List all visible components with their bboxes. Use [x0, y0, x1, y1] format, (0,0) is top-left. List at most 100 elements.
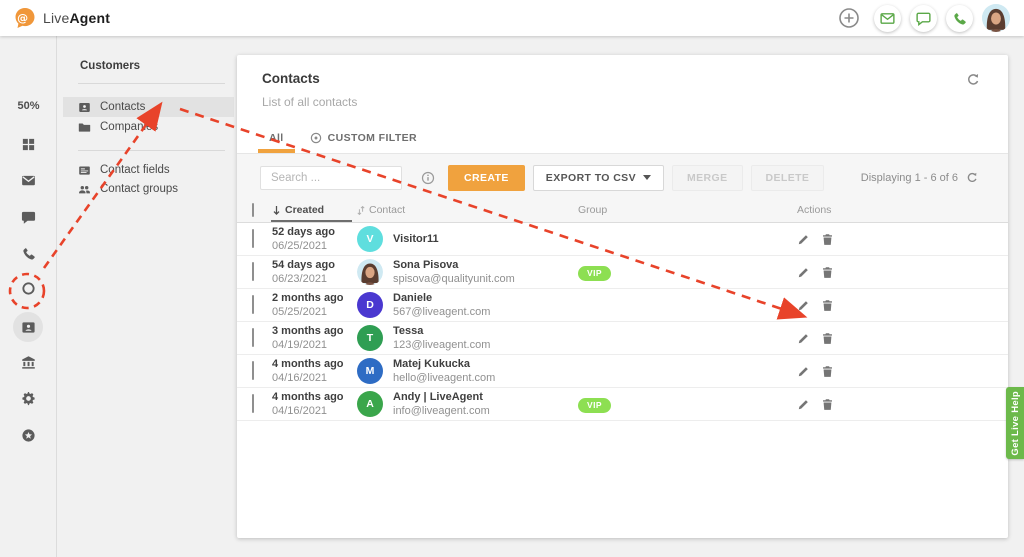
- new-call-button[interactable]: [946, 5, 973, 32]
- row-checkbox[interactable]: [252, 295, 254, 314]
- edit-contact-button[interactable]: [797, 332, 810, 345]
- delete-button[interactable]: DELETE: [751, 165, 825, 191]
- star-circle-icon: [21, 428, 36, 443]
- created-relative: 2 months ago: [272, 292, 357, 304]
- sidebar-item-dashboard[interactable]: [13, 129, 43, 159]
- contact-email: info@liveagent.com: [393, 405, 490, 417]
- row-checkbox[interactable]: [252, 229, 254, 248]
- table-body: 52 days ago 06/25/2021 V Visitor11: [237, 223, 1008, 421]
- table-toolbar: CREATE EXPORT TO CSV MERGE DELETE Displa…: [237, 154, 1008, 198]
- tab-custom-filter[interactable]: CUSTOM FILTER: [297, 123, 430, 153]
- subnav-item-label: Contact fields: [100, 164, 170, 176]
- delete-contact-button[interactable]: [821, 266, 834, 279]
- list-refresh-button[interactable]: [966, 172, 978, 184]
- displaying-count: Displaying 1 - 6 of 6: [861, 172, 958, 184]
- table-row: 4 months ago 04/16/2021 M Matej Kukucka …: [237, 355, 1008, 388]
- edit-contact-button[interactable]: [797, 233, 810, 246]
- page-title: Contacts: [262, 71, 1008, 86]
- sidebar-item-social[interactable]: [13, 273, 43, 303]
- edit-contact-button[interactable]: [797, 299, 810, 312]
- bank-icon: [21, 355, 36, 370]
- merge-button[interactable]: MERGE: [672, 165, 743, 191]
- column-header-actions: Actions: [797, 204, 1008, 216]
- column-header-created[interactable]: Created: [272, 198, 357, 222]
- contact-name[interactable]: Andy | LiveAgent: [393, 391, 490, 403]
- subnav-item-label: Contact groups: [100, 183, 178, 195]
- created-relative: 4 months ago: [272, 391, 357, 403]
- avatar-initial: A: [366, 398, 374, 410]
- contact-name[interactable]: Daniele: [393, 292, 490, 304]
- contact-avatar: D: [357, 292, 383, 318]
- pencil-icon: [797, 365, 810, 378]
- export-to-csv-button[interactable]: EXPORT TO CSV: [533, 165, 664, 191]
- refresh-icon: [966, 73, 980, 87]
- trash-icon: [821, 365, 834, 378]
- created-date: 06/23/2021: [272, 273, 357, 285]
- refresh-icon: [966, 172, 978, 184]
- folder-icon: [78, 121, 91, 134]
- column-header-group[interactable]: Group: [578, 204, 797, 216]
- edit-contact-button[interactable]: [797, 365, 810, 378]
- top-header: @ LiveAgent: [0, 0, 1024, 36]
- created-relative: 54 days ago: [272, 259, 357, 271]
- subnav-item-contacts[interactable]: Contacts: [63, 97, 234, 117]
- edit-contact-button[interactable]: [797, 398, 810, 411]
- subnav-item-label: Companies: [100, 121, 158, 133]
- contact-email: hello@liveagent.com: [393, 372, 495, 384]
- avatar-initial: T: [367, 332, 373, 344]
- edit-contact-button[interactable]: [797, 266, 810, 279]
- column-header-contact[interactable]: Contact: [357, 204, 578, 216]
- delete-contact-button[interactable]: [821, 332, 834, 345]
- chat-icon: [21, 210, 36, 225]
- delete-contact-button[interactable]: [821, 398, 834, 411]
- created-relative: 3 months ago: [272, 325, 357, 337]
- created-date: 04/16/2021: [272, 372, 357, 384]
- contact-name[interactable]: Tessa: [393, 325, 490, 337]
- delete-contact-button[interactable]: [821, 233, 834, 246]
- delete-contact-button[interactable]: [821, 365, 834, 378]
- add-circle-icon[interactable]: [837, 6, 861, 30]
- table-row: 2 months ago 05/25/2021 D Daniele 567@li…: [237, 289, 1008, 322]
- subnav-item-companies[interactable]: Companies: [63, 117, 234, 137]
- info-icon[interactable]: [421, 171, 435, 185]
- trash-icon: [821, 332, 834, 345]
- search-input[interactable]: [260, 166, 402, 190]
- sidebar-item-customers[interactable]: [13, 312, 43, 342]
- row-checkbox[interactable]: [252, 328, 254, 347]
- select-all-checkbox[interactable]: [252, 203, 254, 217]
- row-checkbox[interactable]: [252, 394, 254, 413]
- sidebar-item-calls[interactable]: [13, 238, 43, 268]
- delete-contact-button[interactable]: [821, 299, 834, 312]
- contact-name[interactable]: Sona Pisova: [393, 259, 515, 271]
- customers-subnav: Customers Contacts Companies Contact fie…: [57, 36, 237, 557]
- sidebar-item-chats[interactable]: [13, 202, 43, 232]
- sidebar-item-starred[interactable]: [13, 420, 43, 450]
- sidebar-item-billing[interactable]: [13, 347, 43, 377]
- tab-all[interactable]: All: [256, 123, 297, 153]
- trash-icon: [821, 299, 834, 312]
- new-chat-button[interactable]: [910, 5, 937, 32]
- get-live-help-tab[interactable]: Get Live Help: [1006, 387, 1024, 459]
- table-row: 3 months ago 04/19/2021 T Tessa 123@live…: [237, 322, 1008, 355]
- svg-text:@: @: [17, 12, 28, 25]
- contact-avatar: V: [357, 226, 383, 252]
- row-checkbox[interactable]: [252, 361, 254, 380]
- contact-email: 567@liveagent.com: [393, 306, 490, 318]
- table-row: 4 months ago 04/16/2021 A Andy | LiveAge…: [237, 388, 1008, 421]
- create-button[interactable]: CREATE: [448, 165, 525, 191]
- subnav-item-contact-groups[interactable]: Contact groups: [63, 179, 234, 199]
- contact-name[interactable]: Matej Kukucka: [393, 358, 495, 370]
- trash-icon: [821, 233, 834, 246]
- user-avatar[interactable]: [982, 4, 1010, 32]
- panel-refresh-button[interactable]: [966, 73, 980, 87]
- divider: [78, 83, 225, 84]
- sidebar-item-tickets[interactable]: [13, 165, 43, 195]
- new-email-button[interactable]: [874, 5, 901, 32]
- sidebar-item-settings[interactable]: [13, 383, 43, 413]
- email-icon: [880, 11, 895, 26]
- subnav-item-contact-fields[interactable]: Contact fields: [63, 160, 234, 180]
- created-date: 04/16/2021: [272, 405, 357, 417]
- row-checkbox[interactable]: [252, 262, 254, 281]
- contact-name[interactable]: Visitor11: [393, 233, 439, 245]
- created-date: 04/19/2021: [272, 339, 357, 351]
